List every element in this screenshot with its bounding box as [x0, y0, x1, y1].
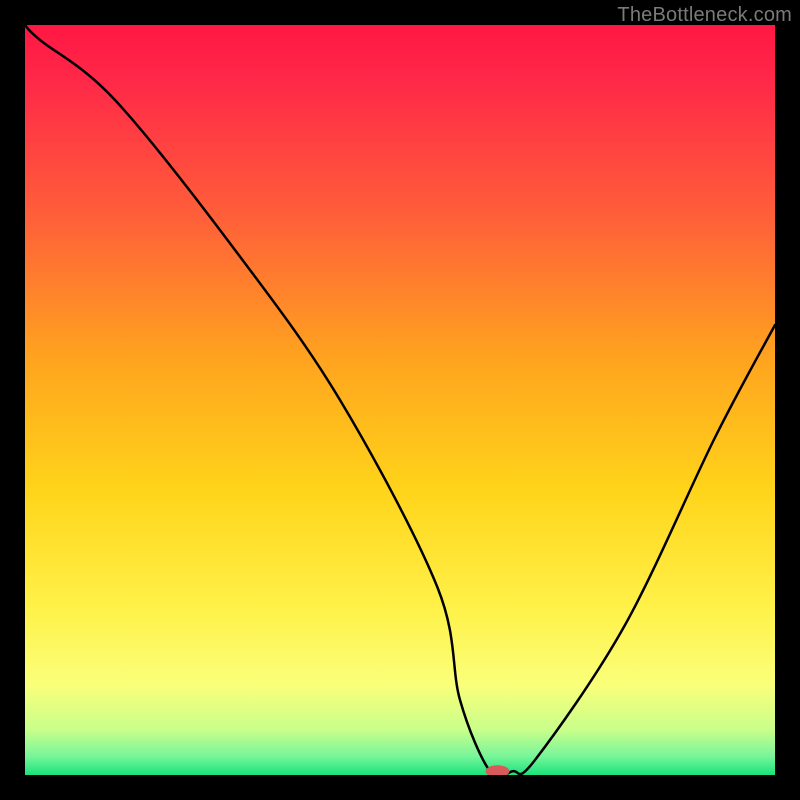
chart-svg	[25, 25, 775, 775]
chart-frame: TheBottleneck.com	[0, 0, 800, 800]
gradient-background	[25, 25, 775, 775]
plot-area	[25, 25, 775, 775]
watermark-text: TheBottleneck.com	[617, 4, 792, 27]
